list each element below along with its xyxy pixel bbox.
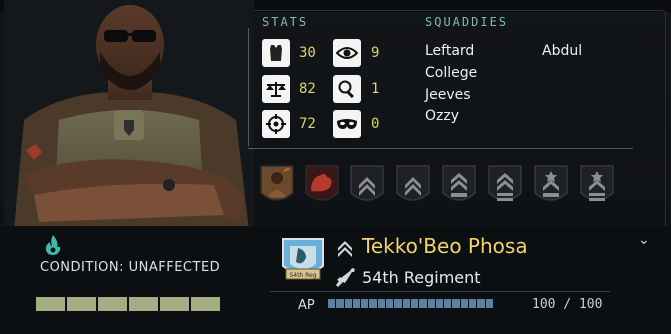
regiment-name: 54th Regiment [362, 268, 481, 287]
condition-label: CONDITION: UNAFFECTED [40, 260, 221, 275]
health-segment [191, 297, 220, 311]
ap-segment [377, 299, 386, 308]
rank-badge-2[interactable] [394, 163, 432, 209]
rank-badge-3[interactable] [440, 163, 478, 209]
health-segment [67, 297, 96, 311]
squaddie-name[interactable]: College [425, 65, 477, 81]
balance-value: 82 [299, 81, 316, 97]
ap-segment [410, 299, 419, 308]
eye-icon [333, 39, 361, 67]
ap-segment [344, 299, 352, 308]
ap-label: AP [298, 298, 315, 313]
ap-segment [477, 299, 485, 308]
ap-segment [469, 299, 477, 308]
ap-segment [452, 299, 460, 308]
rank-badge-5[interactable] [532, 163, 570, 209]
chevron-down-icon[interactable]: ⌄ [638, 232, 650, 248]
crosshair-icon [262, 110, 290, 138]
squaddie-name[interactable]: Ozzy [425, 108, 459, 124]
ap-segment [336, 299, 344, 308]
stats-divider [248, 28, 249, 146]
rambo-perk-badge[interactable] [258, 163, 296, 209]
health-segment [98, 297, 127, 311]
ap-segment [328, 299, 336, 308]
ap-segment [419, 299, 427, 308]
rifle-icon [336, 268, 355, 287]
ap-value: 100 / 100 [532, 297, 603, 312]
balance-scale-icon [262, 75, 290, 103]
ap-segment [460, 299, 469, 308]
perception-value: 9 [371, 45, 380, 61]
aim-value: 72 [299, 116, 316, 132]
armor-vest-icon [262, 39, 290, 67]
rank-badge-4[interactable] [486, 163, 524, 209]
search-value: 1 [371, 81, 380, 97]
armor-value: 30 [299, 45, 316, 61]
ap-segment [485, 299, 493, 308]
ap-segment [369, 299, 377, 308]
flame-icon [45, 235, 61, 255]
emblem-text: 54th Reg [289, 272, 316, 279]
soldier-portrait [4, 0, 254, 230]
mask-icon [333, 110, 361, 138]
health-segment [160, 297, 189, 311]
squaddie-name[interactable]: Abdul [542, 43, 582, 59]
regiment-emblem: 54th Reg [282, 238, 324, 280]
stats-title: STATS [262, 15, 309, 29]
squaddie-name[interactable]: Leftard [425, 43, 474, 59]
squaddies-title: SQUADDIES [425, 15, 509, 29]
stealth-value: 0 [371, 116, 380, 132]
ap-segment [386, 299, 394, 308]
ap-segment [435, 299, 444, 308]
ap-segment [352, 299, 361, 308]
ap-segment [444, 299, 452, 308]
magnifier-icon [333, 75, 361, 103]
squaddie-name[interactable]: Jeeves [425, 87, 471, 103]
health-segment [36, 297, 65, 311]
rank-chevron-icon [338, 241, 352, 257]
rank-badge-1[interactable] [348, 163, 386, 209]
character-panel: STATS SQUADDIES 30 9 82 1 72 0 Leftard A… [0, 0, 671, 334]
health-bar [36, 297, 220, 311]
ap-segment [394, 299, 402, 308]
divider-line [270, 291, 610, 292]
strength-perk-badge[interactable] [303, 163, 341, 209]
health-segment [129, 297, 158, 311]
rank-badge-6[interactable] [578, 163, 616, 209]
ap-segment [427, 299, 435, 308]
ap-bar [328, 299, 493, 308]
ap-segment [402, 299, 410, 308]
ap-segment [361, 299, 369, 308]
section-divider [248, 148, 633, 149]
soldier-name: Tekko'Beo Phosa [362, 234, 528, 258]
